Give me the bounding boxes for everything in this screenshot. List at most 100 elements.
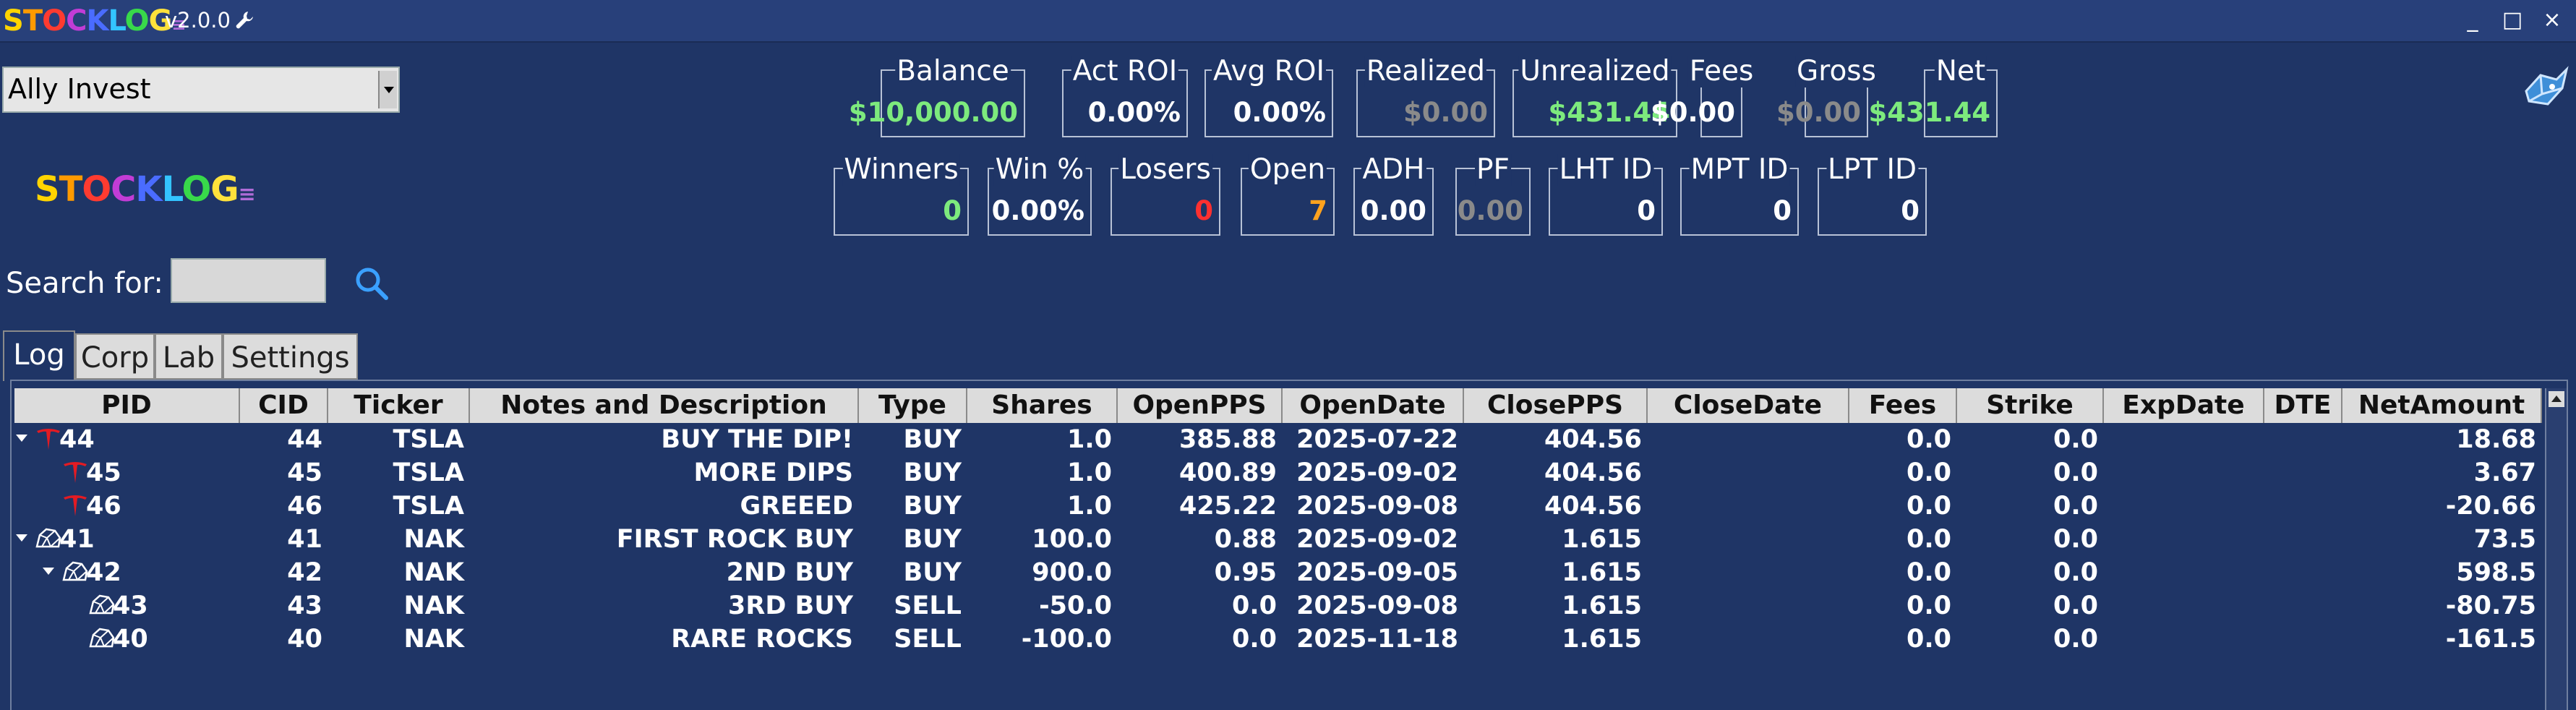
column-header-expdate[interactable]: ExpDate (2104, 388, 2264, 423)
cell-dte (2264, 489, 2337, 523)
column-header-openpps[interactable]: OpenPPS (1118, 388, 1283, 423)
search-icon[interactable] (353, 265, 390, 302)
search-input[interactable] (171, 258, 326, 303)
stat-label: Act ROI (1071, 55, 1179, 87)
column-header-fees[interactable]: Fees (1849, 388, 1957, 423)
tab-settings[interactable]: Settings (223, 333, 358, 380)
table-row[interactable]: 44 44 TSLA BUY THE DIP! BUY 1.0 385.88 2025-07-… (14, 423, 2542, 456)
rock-icon (61, 558, 89, 586)
cell-netamount: -80.75 (2445, 591, 2536, 620)
cell-closepps: 404.56 (1544, 492, 1642, 521)
column-header-closedate[interactable]: CloseDate (1648, 388, 1849, 423)
cell-strike: 0.0 (2053, 425, 2098, 454)
cell-notes-and-description: 2ND BUY (726, 558, 853, 587)
table-row[interactable]: 40 40 NAK RARE ROCKS SELL -100.0 0.0 2025-11-18… (14, 623, 2542, 656)
cell-pid: 46 (86, 492, 121, 521)
cell-opendate: 2025-09-02 (1296, 458, 1458, 487)
cell-closepps: 1.615 (1562, 525, 1642, 554)
stat-lpt-id: LPT ID 0 (1818, 154, 1927, 236)
cell-dte (2264, 423, 2337, 456)
table-scrollbar[interactable] (2545, 388, 2567, 710)
stat-value: 0.00 (1360, 195, 1426, 226)
cell-type: BUY (903, 558, 962, 587)
stat-pf: PF 0.00 (1455, 154, 1531, 236)
tab-log[interactable]: Log (3, 330, 75, 381)
stat-act-roi: Act ROI 0.00% (1062, 56, 1188, 137)
cell-strike: 0.0 (2053, 625, 2098, 654)
cell-netamount: 598.5 (2456, 558, 2536, 587)
column-header-ticker[interactable]: Ticker (328, 388, 470, 423)
cell-shares: 900.0 (1032, 558, 1112, 587)
stat-value: 0 (1637, 195, 1656, 226)
column-header-strike[interactable]: Strike (1957, 388, 2104, 423)
table-row[interactable]: 46 46 TSLA GREEED BUY 1.0 425.22 2025-09-08 404.… (14, 489, 2542, 523)
cell-dte (2264, 523, 2337, 556)
cell-closedate (1648, 523, 1844, 556)
column-header-opendate[interactable]: OpenDate (1283, 388, 1464, 423)
table-row[interactable]: 43 43 NAK 3RD BUY SELL -50.0 0.0 2025-09-08 1.61… (14, 589, 2542, 623)
tab-corp[interactable]: Corp (75, 333, 155, 380)
cell-cid: 40 (287, 625, 322, 654)
maximize-button[interactable]: □ (2498, 7, 2527, 33)
column-header-cid[interactable]: CID (240, 388, 328, 423)
scroll-up-icon[interactable] (2549, 391, 2564, 407)
cell-opendate: 2025-09-05 (1296, 558, 1458, 587)
tree-expand-icon[interactable] (43, 568, 54, 575)
cell-expdate (2104, 423, 2259, 456)
cell-pid: 40 (113, 625, 148, 654)
cell-notes-and-description: RARE ROCKS (671, 625, 853, 654)
cell-shares: -100.0 (1021, 625, 1112, 654)
cell-closepps: 1.615 (1562, 625, 1642, 654)
column-header-closepps[interactable]: ClosePPS (1464, 388, 1648, 423)
stat-open: Open 7 (1241, 154, 1335, 236)
cell-fees: 0.0 (1906, 625, 1951, 654)
stat-mpt-id: MPT ID 0 (1680, 154, 1799, 236)
column-header-pid[interactable]: PID (14, 388, 240, 423)
tree-expand-icon[interactable] (16, 435, 27, 442)
column-header-dte[interactable]: DTE (2264, 388, 2342, 423)
close-button[interactable]: × (2538, 7, 2567, 33)
chevron-down-icon[interactable] (378, 71, 397, 108)
stat-value: 0 (1194, 195, 1213, 226)
wrench-icon[interactable] (234, 9, 255, 31)
rock-icon (88, 625, 116, 652)
table-row[interactable]: 42 42 NAK 2ND BUY BUY 900.0 0.95 2025-09-05 1.61… (14, 556, 2542, 589)
stat-fees: Fees $0.00 (1651, 56, 1755, 137)
cell-cid: 46 (287, 492, 322, 521)
cell-expdate (2104, 556, 2259, 589)
cell-dte (2264, 589, 2337, 623)
cell-strike: 0.0 (2053, 525, 2098, 554)
column-header-shares[interactable]: Shares (967, 388, 1118, 423)
cell-openpps: 0.88 (1214, 525, 1277, 554)
tree-expand-icon[interactable] (16, 534, 27, 542)
cell-netamount: 3.67 (2473, 458, 2536, 487)
column-header-netamount[interactable]: NetAmount (2342, 388, 2542, 423)
logo-suffix: ≡ (238, 181, 256, 206)
stat-value: $0.00 (1776, 97, 1861, 128)
table-row[interactable]: 45 45 TSLA MORE DIPS BUY 1.0 400.89 2025-09-02 4… (14, 456, 2542, 489)
cell-fees: 0.0 (1906, 425, 1951, 454)
column-header-notes-and-description[interactable]: Notes and Description (470, 388, 859, 423)
table-row[interactable]: 41 41 NAK FIRST ROCK BUY BUY 100.0 0.88 2025-09… (14, 523, 2542, 556)
minimize-button[interactable]: _ (2458, 7, 2487, 33)
rock-icon (88, 591, 116, 619)
logo-text: STOCKLOG (35, 169, 239, 210)
trade-log-table: PID CID Ticker Notes and Description Type Sha… (10, 380, 2568, 710)
cell-closepps: 1.615 (1562, 558, 1642, 587)
cell-strike: 0.0 (2053, 591, 2098, 620)
cell-type: SELL (894, 591, 962, 620)
stat-net: Net $431.44 (1868, 56, 1998, 137)
stat-value: 0.00% (1087, 97, 1181, 128)
broker-select[interactable]: Ally Invest (2, 67, 400, 113)
cell-openpps: 385.88 (1178, 425, 1277, 454)
app-version: v2.0.0 (165, 8, 231, 33)
cell-expdate (2104, 489, 2259, 523)
tab-lab[interactable]: Lab (155, 333, 223, 380)
cell-ticker: NAK (403, 625, 464, 654)
tesla-icon (61, 458, 89, 486)
cell-dte (2264, 556, 2337, 589)
stat-value: $0.00 (1403, 97, 1488, 128)
stat-value: $10,000.00 (848, 97, 1018, 128)
cell-fees: 0.0 (1906, 558, 1951, 587)
column-header-type[interactable]: Type (859, 388, 967, 423)
